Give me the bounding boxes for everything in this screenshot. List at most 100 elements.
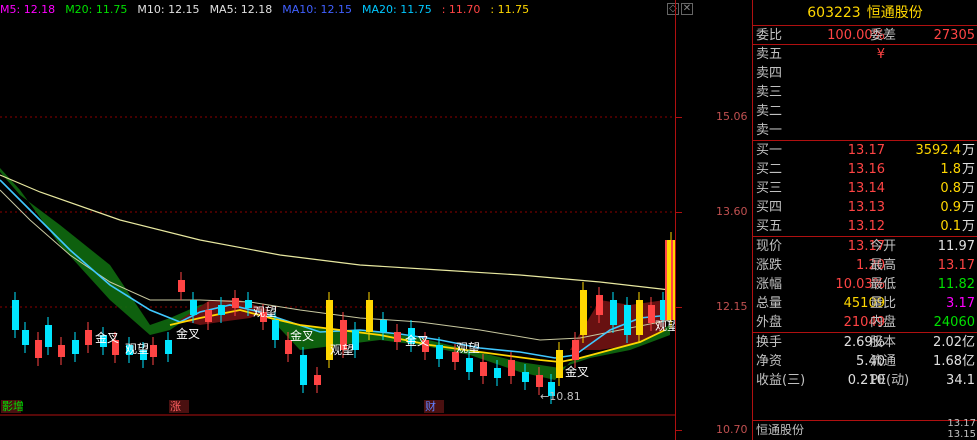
- sell-row: 卖三: [753, 83, 977, 102]
- legend-m10: M10: 12.15: [137, 3, 200, 16]
- buy-volume-unit: 万: [961, 162, 975, 177]
- fund-label-2: 股本: [870, 335, 897, 350]
- buy-row: 买三 13.14 0.8 万: [753, 179, 977, 198]
- mini-chart-value-1: 13.17: [947, 418, 976, 429]
- fund-label: 收益(三): [756, 373, 806, 388]
- sell-row: 卖五 ¥: [753, 45, 977, 64]
- signal-label: 观望: [655, 319, 675, 333]
- candle-body: [466, 358, 473, 372]
- signal-label: 观望: [125, 342, 149, 356]
- stat-label-2: 今开: [870, 239, 897, 254]
- mini-chart-value-2: 13.15: [947, 429, 976, 440]
- mini-chart-title: 恒通股份: [756, 423, 805, 437]
- buy-price: 13.16: [847, 162, 885, 177]
- candle-body: [494, 368, 501, 378]
- buy-row: 买二 13.16 1.8 万: [753, 160, 977, 179]
- sell-level-label: 卖五: [756, 47, 783, 62]
- candle-body: [178, 280, 185, 292]
- stat-label: 涨幅: [756, 277, 783, 292]
- buy-orders: 买一 13.17 3592.4 万买二 13.16 1.8 万买三 13.14 0.8 万买四 13…: [753, 141, 977, 237]
- stat-value-2: 13.17: [937, 258, 975, 273]
- candle-body: [72, 340, 79, 354]
- sell-level-label: 卖三: [756, 85, 783, 100]
- stat-row: 外盘 21049 内盘 24060: [753, 313, 977, 332]
- candle-body: [580, 290, 587, 335]
- stat-label: 涨跌: [756, 258, 783, 273]
- candle-body: [190, 300, 197, 315]
- sell-level-label: 卖一: [756, 123, 783, 138]
- candle-body: [624, 305, 631, 335]
- buy-price: 13.12: [847, 219, 885, 234]
- fund-row: 收益(三) 0.210 PE(动) 34.1: [753, 371, 977, 390]
- candle-body: [480, 362, 487, 376]
- axis-label-4: 10.70: [716, 423, 748, 436]
- low-price-annotation: ←10.81: [540, 390, 581, 403]
- buy-row: 买五 13.12 0.1 万: [753, 217, 977, 236]
- sell-level-label: 卖二: [756, 104, 783, 119]
- candle-body: [536, 375, 543, 387]
- stat-label: 现价: [756, 239, 783, 254]
- fund-value-2: 1.68亿: [933, 354, 975, 369]
- stat-label: 外盘: [756, 315, 783, 330]
- candle-body: [314, 375, 321, 385]
- candle-body: [300, 355, 307, 385]
- candle-body: [245, 300, 252, 308]
- stat-row: 涨跌 1.20 最高 13.17: [753, 256, 977, 275]
- buy-volume-unit: 万: [961, 219, 975, 234]
- stat-value-2: 3.17: [946, 296, 975, 311]
- weicha-label: 委差: [870, 28, 897, 43]
- fund-value-2: 2.02亿: [933, 335, 975, 350]
- candle-body: [165, 340, 172, 354]
- candle-body: [572, 340, 579, 360]
- stock-header[interactable]: 603223 恒通股份: [753, 0, 977, 26]
- axis-tick: [676, 307, 682, 308]
- candle-body: [636, 300, 643, 335]
- buy-level-label: 买二: [756, 162, 783, 177]
- signal-label: 观望: [330, 343, 354, 357]
- sell-row: 卖一: [753, 121, 977, 140]
- fund-label-2: PE(动): [870, 373, 910, 388]
- stat-row: 总量 45109 量比 3.17: [753, 294, 977, 313]
- buy-price: 13.13: [847, 200, 885, 215]
- signal-label: 金叉: [176, 326, 200, 341]
- quote-stats: 现价 13.17 今开 11.97 涨跌 1.20 最高 13.17 涨幅 10.03% 最低 11.…: [753, 237, 977, 333]
- candle-body: [85, 330, 92, 345]
- candle-body: [205, 310, 212, 322]
- weicha-value: 27305: [933, 28, 975, 43]
- candle-body: [366, 300, 373, 332]
- sell-orders: 卖五 ¥ 卖四 卖三 卖二 卖一: [753, 45, 977, 141]
- signal-label: 观望: [456, 341, 480, 355]
- stat-label-2: 量比: [870, 296, 897, 311]
- stat-label-2: 内盘: [870, 315, 897, 330]
- quote-panel: 603223 恒通股份 委比 100.00% 委差 27305 卖五 ¥ 卖四 卖三 卖二…: [752, 0, 977, 440]
- candle-body: [232, 298, 239, 308]
- price-chart-canvas[interactable]: 金叉观望金叉观望金叉观望金叉观望金叉观望←10.81影增涨财3200: [0, 0, 675, 440]
- buy-volume-unit: 万: [961, 181, 975, 196]
- candle-body: [436, 345, 443, 359]
- fund-label: 换手: [756, 335, 783, 350]
- buy-volume: 1.8: [940, 162, 961, 177]
- limit-up-candle-core: [667, 240, 671, 320]
- kline-chart[interactable]: 金叉观望金叉观望金叉观望金叉观望金叉观望←10.81影增涨财3200 M5: 1…: [0, 0, 752, 440]
- legend-ma20: MA20: 11.75: [362, 3, 432, 16]
- buy-level-label: 买四: [756, 200, 783, 215]
- fund-value-2: 34.1: [946, 373, 975, 388]
- mini-chart-footer[interactable]: 恒通股份 13.17 13.15: [753, 418, 977, 440]
- weibi-row: 委比 100.00% 委差 27305: [753, 26, 977, 45]
- candle-body: [35, 340, 42, 358]
- legend-m5: M5: 12.18: [0, 3, 56, 16]
- buy-volume: 0.9: [940, 200, 961, 215]
- fundamental-stats: 换手 2.69% 股本 2.02亿 净资 5.40 流通 1.68亿 收益(三) 0.210 PE(…: [753, 333, 977, 390]
- stat-value-2: 11.82: [937, 277, 975, 292]
- event-tag: 财: [425, 399, 436, 413]
- axis-label-3: 12.15: [716, 300, 748, 313]
- axis-label-2: 13.60: [716, 205, 748, 218]
- candle-body: [218, 305, 225, 315]
- buy-price: 13.14: [847, 181, 885, 196]
- legend-m20: M20: 11.75: [65, 3, 128, 16]
- legend-ma10: MA10: 12.15: [282, 3, 352, 16]
- ma-legend: M5: 12.18 M20: 11.75 M10: 12.15 MA5: 12.18 M…: [0, 3, 539, 17]
- buy-price: 13.17: [847, 143, 885, 158]
- event-tag: 影增: [2, 399, 24, 413]
- candle-body: [394, 332, 401, 342]
